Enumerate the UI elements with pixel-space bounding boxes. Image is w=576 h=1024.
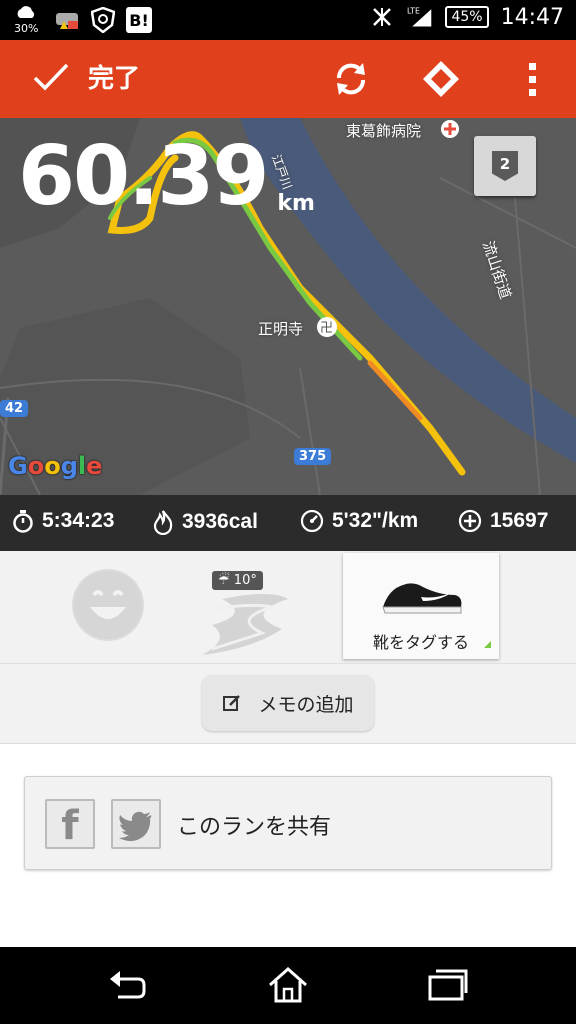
recent-apps-button[interactable] [426, 965, 470, 1005]
status-bar: 30% B! LTE 45% 14:47 [0, 0, 576, 40]
route-diamond-icon [423, 61, 459, 97]
flame-icon [153, 510, 173, 535]
route-button[interactable] [420, 58, 462, 100]
calories-stat: 3936cal [152, 509, 258, 535]
distance-display: 60.39 km [18, 136, 315, 218]
lap-marker-button[interactable]: 2 [474, 136, 536, 196]
twitter-icon [111, 799, 161, 849]
signal-lte-icon: LTE [407, 4, 433, 30]
nfc-off-icon [369, 4, 395, 30]
route-shield-375: 375 [294, 448, 332, 465]
check-icon [33, 63, 69, 91]
system-nav-bar [0, 947, 576, 1024]
add-memo-label: メモの追加 [258, 693, 354, 716]
home-button[interactable] [266, 965, 310, 1005]
distance-unit: km [277, 191, 315, 216]
more-dot-icon [528, 75, 536, 83]
weather-percent: 30% [14, 22, 39, 35]
done-button[interactable]: 完了 [32, 58, 140, 95]
corner-indicator-icon [484, 641, 491, 648]
map-label-temple: 正明寺 [258, 320, 304, 338]
mood-smiley-button[interactable] [72, 569, 144, 641]
sync-button[interactable] [330, 58, 372, 100]
duration-value: 5:34:23 [42, 509, 115, 532]
sync-icon [336, 63, 366, 95]
share-section: f このランを共有 [0, 743, 576, 947]
pace-value: 5'32"/km [332, 509, 419, 532]
smiley-face-icon [74, 571, 142, 639]
pace-stat: 5'32"/km [300, 509, 418, 533]
clock: 14:47 [500, 4, 564, 30]
terrain-weather-button[interactable]: ☔ 10° [192, 569, 296, 659]
fuel-stat: 15697 [458, 509, 548, 533]
weather-status-icon: 30% [14, 4, 44, 36]
home-icon [269, 966, 307, 1003]
more-dot-icon [528, 88, 536, 96]
speedometer-icon [300, 509, 324, 533]
nikefuel-plus-icon [458, 509, 482, 533]
more-dot-icon [528, 62, 536, 70]
calories-value: 3936cal [182, 510, 258, 533]
shield-app-icon [90, 7, 116, 33]
run-stats-bar: 5:34:23 3936cal 5'32"/km 15697 [0, 495, 576, 551]
back-button[interactable] [106, 965, 150, 1005]
edit-note-icon [223, 695, 241, 711]
action-bar: 完了 [0, 40, 576, 118]
rain-cloud-icon: ☔ [218, 573, 230, 588]
route-shield-42: 42 [0, 400, 29, 417]
divider [0, 663, 576, 664]
running-shoe-icon [382, 583, 462, 614]
map-label-hospital: 東葛飾病院 [346, 122, 422, 140]
add-memo-button[interactable]: メモの追加 [202, 675, 374, 731]
svg-text:卍: 卍 [320, 321, 333, 336]
lap-flag-icon: 2 [492, 151, 518, 181]
hatena-bookmark-icon: B! [126, 7, 152, 33]
route-map[interactable]: 卍 60.39 km 東葛飾病院 正明寺 流山街道 江戸川 42 375 Goo… [0, 118, 576, 495]
share-run-button[interactable]: f このランを共有 [24, 776, 552, 870]
stopwatch-icon [13, 510, 33, 533]
fuel-value: 15697 [490, 509, 549, 532]
done-label: 完了 [88, 64, 141, 94]
google-logo: Google [8, 452, 103, 480]
duration-stat: 5:34:23 [12, 509, 114, 533]
run-details-panel: ☔ 10° 靴をタグする メモの追加 f このランを共有 [0, 551, 576, 947]
recent-apps-icon [428, 969, 468, 1001]
battery-indicator: 45% [445, 6, 489, 28]
tag-shoe-button[interactable]: 靴をタグする [343, 553, 499, 659]
facebook-icon: f [45, 799, 95, 849]
distance-value: 60.39 [18, 129, 269, 224]
notification-app-icon [54, 7, 80, 33]
weather-temp: 10° [233, 573, 257, 588]
back-icon [110, 971, 146, 999]
overflow-menu-button[interactable] [512, 58, 552, 100]
weather-badge: ☔ 10° [212, 571, 263, 590]
tag-shoe-label: 靴をタグする [372, 633, 469, 652]
svg-text:LTE: LTE [407, 7, 420, 16]
share-run-label: このランを共有 [177, 815, 332, 840]
